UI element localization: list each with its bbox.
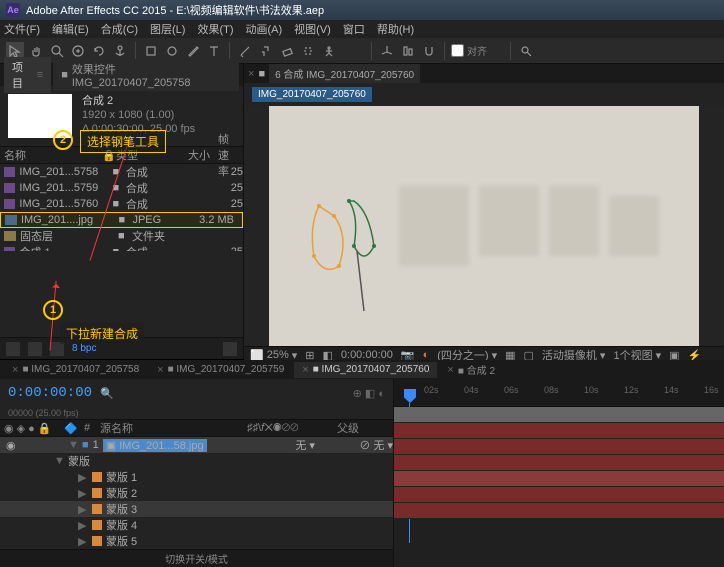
project-item[interactable]: IMG_201...5760■合成25 <box>0 196 243 212</box>
timeline-panel: × ■ IMG_20170407_205758× ■ IMG_20170407_… <box>0 359 724 539</box>
timeline-tabs: × ■ IMG_20170407_205758× ■ IMG_20170407_… <box>0 360 724 379</box>
menu-file[interactable]: 文件(F) <box>4 21 40 37</box>
timeline-layer[interactable]: ▶蒙版 5 <box>0 533 393 549</box>
frame-count: 00000 (25.00 fps) <box>8 408 79 418</box>
menu-layer[interactable]: 图层(L) <box>150 21 185 37</box>
current-time[interactable]: 0:00:00:00 <box>8 385 92 401</box>
layer-track[interactable] <box>394 503 724 519</box>
timeline-layer[interactable]: ◉▼■1▣ IMG_201...58.jpg无 ▾⊘ 无 ▾ <box>0 437 393 453</box>
viewer-comp-selector[interactable]: IMG_20170407_205760 <box>252 87 372 102</box>
project-panel: 项目≡ ■效果控件 IMG_20170407_205758 合成 2 1920 … <box>0 64 244 359</box>
roto-tool[interactable] <box>299 42 317 60</box>
layer-track[interactable] <box>394 423 724 439</box>
menubar: 文件(F) 编辑(E) 合成(C) 图层(L) 效果(T) 动画(A) 视图(V… <box>0 20 724 38</box>
menu-edit[interactable]: 编辑(E) <box>52 21 89 37</box>
layer-track[interactable] <box>394 439 724 455</box>
annotation-label-2: 选择钢笔工具 <box>80 130 166 153</box>
menu-view[interactable]: 视图(V) <box>294 21 331 37</box>
timeline-layer[interactable]: ▼蒙版 <box>0 453 393 469</box>
menu-help[interactable]: 帮助(H) <box>377 21 414 37</box>
timeline-layer[interactable]: ▶蒙版 3 <box>0 501 393 517</box>
composition-viewer: × ■ 6 合成 IMG_20170407_205760 IMG_2017040… <box>244 64 724 359</box>
new-folder-button[interactable] <box>28 342 42 356</box>
text-tool[interactable] <box>205 42 223 60</box>
snap-checkbox[interactable] <box>451 44 464 57</box>
toggle-switches-button[interactable]: 切换开关/模式 <box>0 549 393 567</box>
brush-tool[interactable] <box>236 42 254 60</box>
menu-effect[interactable]: 效果(T) <box>197 21 233 37</box>
layer-track[interactable] <box>394 471 724 487</box>
timeline-tab[interactable]: × ■ IMG_20170407_205759 <box>149 362 292 378</box>
ellipse-tool[interactable] <box>163 42 181 60</box>
bpc-indicator[interactable]: 8 bpc <box>72 343 96 354</box>
annotation-label-1: 下拉新建合成 <box>60 323 144 344</box>
app-logo: Ae <box>6 3 20 17</box>
rect-tool[interactable] <box>142 42 160 60</box>
puppet-tool[interactable] <box>320 42 338 60</box>
anchor-tool[interactable] <box>111 42 129 60</box>
timeline-layer[interactable]: ▶蒙版 1 <box>0 469 393 485</box>
interpret-footage-button[interactable] <box>6 342 20 356</box>
search-tool[interactable] <box>517 42 535 60</box>
layer-track[interactable] <box>394 407 724 423</box>
project-item[interactable]: IMG_201...5758■合成25 <box>0 164 243 180</box>
align-tool[interactable] <box>399 42 417 60</box>
snap-tool[interactable] <box>420 42 438 60</box>
project-item[interactable]: IMG_201...5759■合成25 <box>0 180 243 196</box>
viewer-canvas[interactable] <box>244 106 724 346</box>
rotate-tool[interactable] <box>90 42 108 60</box>
time-ruler[interactable]: 02s04s06s08s10s12s14s16s <box>394 379 724 407</box>
playhead[interactable] <box>404 389 416 403</box>
annotation-number-2: 2 <box>53 130 73 150</box>
viewer-breadcrumb[interactable]: 6 合成 IMG_20170407_205760 <box>269 64 420 83</box>
pen-tool[interactable] <box>184 42 202 60</box>
switch-icon[interactable]: ⊕ ◧ ◐ <box>353 387 385 400</box>
timeline-layer[interactable]: ▶蒙版 2 <box>0 485 393 501</box>
project-item[interactable]: IMG_201....jpg■JPEG3.2 MB <box>0 212 243 228</box>
eraser-tool[interactable] <box>278 42 296 60</box>
snap-label: 对齐 <box>467 43 487 58</box>
menu-anim[interactable]: 动画(A) <box>246 21 283 37</box>
clone-tool[interactable] <box>257 42 275 60</box>
timeline-tab[interactable]: × ■ IMG_20170407_205760 <box>294 362 437 378</box>
project-items-list[interactable]: IMG_201...5758■合成25IMG_201...5759■合成25IM… <box>0 164 243 251</box>
menu-comp[interactable]: 合成(C) <box>101 21 138 37</box>
trash-button[interactable] <box>223 342 237 356</box>
viewer-lock-icon[interactable]: ■ <box>258 68 265 80</box>
annotation-number-1: 1 <box>43 300 63 320</box>
axis-tool[interactable] <box>378 42 396 60</box>
timeline-layers[interactable]: ◉▼■1▣ IMG_201...58.jpg无 ▾⊘ 无 ▾▼蒙版▶蒙版 1▶蒙… <box>0 437 393 549</box>
titlebar: Ae Adobe After Effects CC 2015 - E:\视频编辑… <box>0 0 724 20</box>
project-item[interactable]: 固态层■文件夹 <box>0 228 243 244</box>
timeline-tab[interactable]: × ■ 合成 2 <box>439 360 503 379</box>
search-icon[interactable]: 🔍 <box>100 387 114 400</box>
window-title: Adobe After Effects CC 2015 - E:\视频编辑软件\… <box>26 2 324 18</box>
orbit-tool[interactable] <box>69 42 87 60</box>
menu-window[interactable]: 窗口 <box>343 21 365 37</box>
timeline-tab[interactable]: × ■ IMG_20170407_205758 <box>4 362 147 378</box>
layer-track[interactable] <box>394 487 724 503</box>
layer-track[interactable] <box>394 455 724 471</box>
timeline-layer[interactable]: ▶蒙版 4 <box>0 517 393 533</box>
